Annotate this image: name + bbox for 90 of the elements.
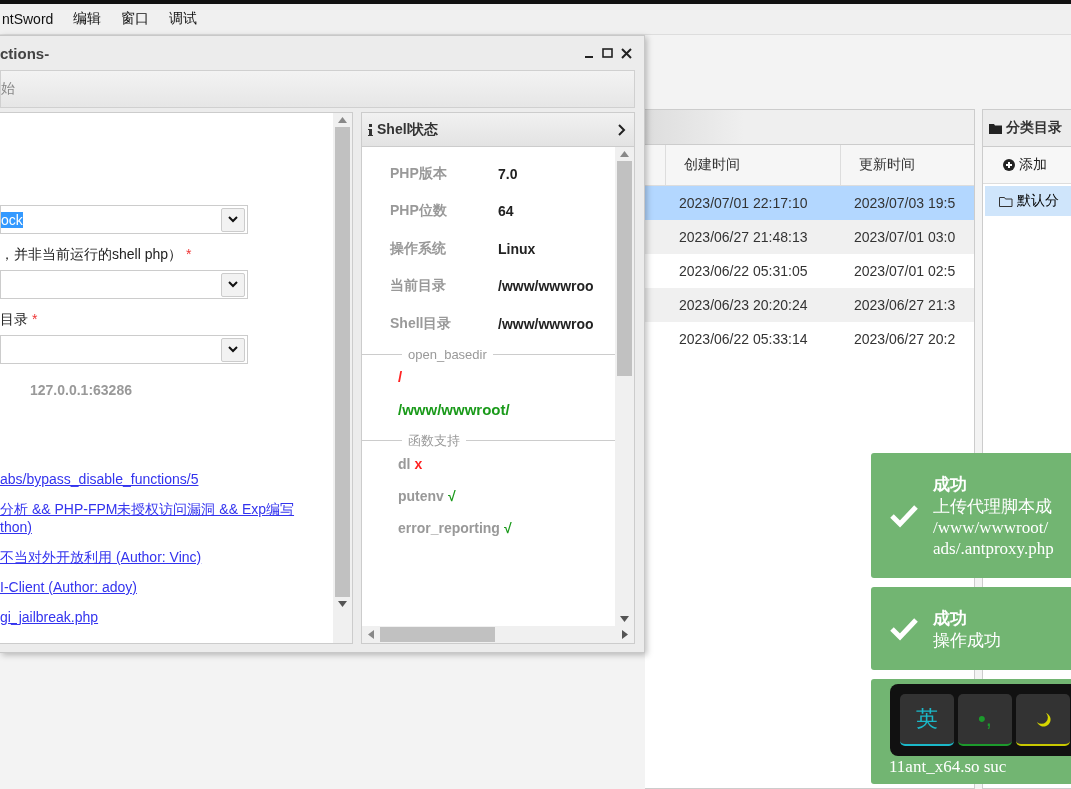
support-mark: √ <box>447 487 456 504</box>
plus-circle-icon <box>1003 159 1015 171</box>
check-icon <box>889 616 919 641</box>
reference-link[interactable]: 不当对外开放利用 (Author: Vinc) <box>0 548 202 566</box>
dropdown-button[interactable] <box>221 337 245 362</box>
folder-icon <box>999 195 1013 207</box>
check-icon <box>889 503 919 528</box>
table-cell-text: 2023/07/03 19:5 <box>853 194 957 213</box>
info-key: PHP位数 <box>390 202 498 221</box>
scroll-up-icon[interactable] <box>620 151 629 157</box>
info-icon <box>368 123 373 136</box>
maximize-icon[interactable] <box>602 48 613 58</box>
table-cell-text: 2023/06/23 20:20:24 <box>678 296 809 315</box>
scroll-down-icon[interactable] <box>338 601 347 607</box>
info-key: Shell目录 <box>390 314 498 333</box>
basedir-path: / <box>398 367 404 385</box>
menu-item[interactable]: ntSword <box>0 11 56 27</box>
toast-text: ads/.antproxy.php <box>933 537 1054 559</box>
column-header[interactable]: 创建时间 <box>665 145 840 185</box>
chevron-down-icon <box>228 216 238 223</box>
close-icon[interactable] <box>621 47 632 59</box>
moon-icon <box>1035 711 1051 727</box>
table-cell-text: 2023/06/22 05:33:14 <box>678 330 809 349</box>
ime-key[interactable]: 英 <box>900 694 954 746</box>
toast-text: 上传代理脚本成 <box>933 495 1053 517</box>
support-mark: √ <box>503 519 512 536</box>
scroll-down-icon[interactable] <box>620 616 629 622</box>
dropdown-button[interactable] <box>221 207 245 232</box>
info-key: 当前目录 <box>390 277 498 296</box>
function-name: dl <box>398 455 411 472</box>
function-name: putenv <box>398 487 444 504</box>
info-value: 64 <box>498 203 514 220</box>
toast-title: 成功 <box>933 473 968 496</box>
table-cell-text: 2023/06/27 21:3 <box>853 296 957 315</box>
dropdown-button[interactable] <box>221 272 245 297</box>
menu-item[interactable]: 编辑 <box>71 10 104 28</box>
function-name: error_reporting <box>398 519 500 536</box>
section-legend: open_basedir <box>402 346 493 362</box>
table-row[interactable]: 2023/07/01 22:17:10 2023/07/03 19:5 <box>645 186 974 220</box>
table-cell-text: 2023/06/22 05:31:05 <box>678 262 809 281</box>
category-item[interactable]: 默认分 <box>985 186 1071 216</box>
chevron-down-icon <box>228 346 238 353</box>
scroll-left-icon[interactable] <box>368 630 374 639</box>
panel-title: Shell状态 <box>377 120 439 139</box>
info-key: PHP版本 <box>390 164 498 183</box>
table-cell-text: 2023/07/01 03:0 <box>853 228 957 247</box>
section-legend: 函数支持 <box>402 431 466 450</box>
info-key: 操作系统 <box>390 239 498 258</box>
window-title: ctions- <box>0 44 50 62</box>
table-cell-text: 2023/07/01 02:5 <box>853 262 957 281</box>
table-row[interactable]: 2023/06/23 20:20:24 2023/06/27 21:3 <box>645 288 974 322</box>
panel-title: 分类目录 <box>1006 119 1062 137</box>
info-value: /www/wwwroo <box>498 315 594 332</box>
reference-link[interactable]: gi_jailbreak.php <box>0 608 99 626</box>
scrollbar[interactable] <box>333 113 352 643</box>
menu-item[interactable]: 窗口 <box>119 10 152 28</box>
column-header[interactable]: 更新时间 <box>840 145 975 185</box>
scroll-right-icon[interactable] <box>622 630 628 639</box>
folder-icon <box>989 122 1002 134</box>
reference-link[interactable]: abs/bypass_disable_functions/5 <box>0 470 199 488</box>
chevron-right-icon[interactable] <box>618 123 626 136</box>
info-value: 7.0 <box>498 165 518 182</box>
table-row[interactable]: 2023/06/27 21:48:13 2023/07/01 03:0 <box>645 220 974 254</box>
toast-title: 成功 <box>933 607 968 630</box>
support-mark: x <box>414 455 423 472</box>
select-field[interactable] <box>0 270 248 299</box>
ime-key[interactable] <box>1016 694 1070 746</box>
toast-text: 11ant_x64.so suc <box>889 756 1007 777</box>
table-cell-text: 2023/06/27 21:48:13 <box>678 228 809 247</box>
required-mark: * <box>186 246 192 262</box>
reference-link[interactable]: I-Client (Author: adoy) <box>0 578 137 596</box>
select-field[interactable] <box>0 335 248 364</box>
required-mark: * <box>32 311 38 327</box>
scroll-up-icon[interactable] <box>338 117 347 123</box>
scrollbar[interactable] <box>615 147 634 626</box>
toast-text: 操作成功 <box>933 629 1001 651</box>
table-cell-text: 2023/07/01 22:17:10 <box>678 194 809 213</box>
horizontal-scrollbar[interactable] <box>362 626 634 643</box>
basedir-path: /www/wwwroot/ <box>398 400 511 418</box>
address-text: 127.0.0.1:63286 <box>29 382 133 398</box>
info-value: /www/wwwroo <box>498 278 594 295</box>
chevron-down-icon <box>228 281 238 288</box>
field-label: 目录 <box>0 311 28 327</box>
reference-link[interactable]: thon) <box>0 518 32 536</box>
menu-item[interactable]: 调试 <box>167 10 200 28</box>
reference-link[interactable]: 分析 && PHP-FPM未授权访问漏洞 && Exp编写 <box>0 500 295 518</box>
field-label: ，并非当前运行的shell php） <box>0 246 183 262</box>
info-value: Linux <box>498 240 536 257</box>
toast-text: /www/wwwroot/ <box>933 516 1050 538</box>
table-cell-text: 2023/06/27 20:2 <box>853 330 957 349</box>
